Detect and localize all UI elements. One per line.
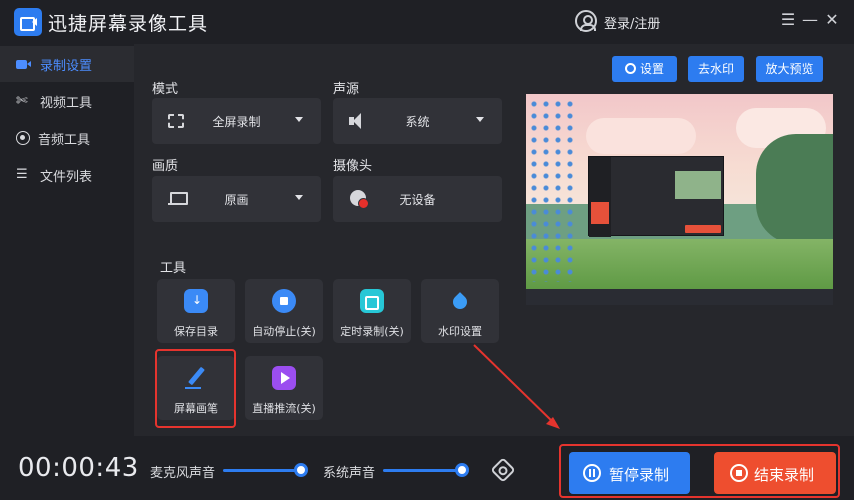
sidebar-item-label: 视频工具 — [40, 95, 93, 111]
save-directory-button[interactable]: 保存目录 — [157, 279, 235, 343]
recording-timer: 00:00:43 — [18, 453, 139, 483]
stop-icon — [730, 464, 748, 482]
preview-app-window — [588, 156, 724, 237]
tools-icon: ✄ — [16, 93, 28, 109]
settings-button-label: 设置 — [639, 62, 664, 76]
preview-taskbar — [526, 289, 833, 305]
mode-select[interactable]: 全屏录制 — [152, 98, 321, 144]
minimize-icon[interactable]: — — [800, 10, 820, 30]
audio-source-select[interactable]: 系统 — [333, 98, 502, 144]
camera-value: 无设备 — [399, 193, 436, 207]
camera-label: 摄像头 — [333, 159, 373, 174]
camera-select[interactable]: 无设备 — [333, 176, 502, 222]
live-stream-button[interactable]: 直播推流(关) — [245, 356, 323, 420]
pause-icon — [583, 464, 601, 482]
pause-recording-button[interactable]: 暂停录制 — [569, 452, 690, 494]
preview-app-badge — [591, 202, 609, 224]
quality-select[interactable]: 原画 — [152, 176, 321, 222]
tools-heading: 工具 — [160, 261, 187, 276]
sidebar-item-label: 文件列表 — [40, 169, 93, 185]
chevron-down-icon — [476, 117, 484, 122]
login-register-link[interactable]: 登录/注册 — [604, 13, 660, 32]
mode-label: 模式 — [152, 82, 179, 97]
tool-label: 定时录制(关) — [340, 325, 404, 338]
live-stream-icon — [272, 366, 296, 390]
close-icon[interactable]: ✕ — [822, 10, 842, 30]
scheduled-record-button[interactable]: 定时录制(关) — [333, 279, 411, 343]
system-volume-handle[interactable] — [455, 463, 469, 477]
menu-icon[interactable]: ☰ — [778, 10, 798, 30]
sidebar-item-audio-tools[interactable]: 音频工具 — [0, 120, 134, 156]
mic-volume-label: 麦克风声音 — [150, 466, 216, 481]
stop-circle-icon — [272, 289, 296, 313]
preview-app-sidebar — [589, 157, 611, 237]
user-icon[interactable] — [575, 10, 597, 32]
sidebar-item-record-settings[interactable]: 录制设置 — [0, 46, 134, 82]
tool-label: 保存目录 — [174, 325, 218, 338]
system-volume-label: 系统声音 — [323, 466, 376, 481]
system-volume-slider[interactable] — [383, 469, 463, 472]
preview-tree — [756, 134, 833, 244]
tool-label: 直播推流(关) — [252, 402, 316, 415]
audio-source-label: 声源 — [333, 82, 360, 97]
tool-label: 水印设置 — [438, 325, 482, 338]
tool-label: 自动停止(关) — [252, 325, 316, 338]
pause-recording-label: 暂停录制 — [609, 466, 670, 484]
title-bar: 迅捷屏幕录像工具 登录/注册 ☰ — ✕ — [0, 0, 854, 44]
screen-pen-highlight — [155, 349, 236, 428]
auto-stop-button[interactable]: 自动停止(关) — [245, 279, 323, 343]
chevron-down-icon — [295, 117, 303, 122]
mic-volume-slider[interactable] — [223, 469, 303, 472]
audio-icon — [16, 131, 30, 145]
chevron-down-icon — [295, 195, 303, 200]
remove-watermark-button[interactable]: 去水印 — [688, 56, 744, 82]
preview-app-thumbnail — [675, 171, 721, 199]
mic-volume-handle[interactable] — [294, 463, 308, 477]
timer-camera-icon — [360, 289, 384, 313]
watermark-settings-button[interactable]: 水印设置 — [421, 279, 499, 343]
preview-app-button — [685, 225, 721, 233]
recording-preview — [526, 94, 833, 305]
sidebar-item-file-list[interactable]: ☰ 文件列表 — [0, 157, 134, 193]
preview-desktop-icons — [528, 98, 576, 282]
app-logo-icon — [14, 8, 42, 36]
water-drop-icon — [448, 289, 472, 313]
sidebar-item-label: 录制设置 — [40, 58, 93, 74]
sidebar: 录制设置 ✄ 视频工具 音频工具 ☰ 文件列表 — [0, 44, 134, 436]
gear-icon — [624, 63, 636, 74]
folder-download-icon — [184, 289, 208, 313]
enlarge-preview-button[interactable]: 放大预览 — [756, 56, 823, 82]
app-title: 迅捷屏幕录像工具 — [48, 13, 209, 35]
quality-label: 画质 — [152, 159, 179, 174]
sidebar-item-video-tools[interactable]: ✄ 视频工具 — [0, 83, 134, 119]
list-icon: ☰ — [16, 167, 28, 182]
end-recording-label: 结束录制 — [754, 466, 815, 484]
preview-cloud — [586, 118, 696, 154]
settings-button[interactable]: 设置 — [612, 56, 677, 82]
end-recording-button[interactable]: 结束录制 — [714, 452, 836, 494]
audio-settings-icon[interactable] — [490, 457, 516, 483]
sidebar-item-label: 音频工具 — [38, 132, 91, 148]
video-camera-icon — [16, 59, 31, 69]
